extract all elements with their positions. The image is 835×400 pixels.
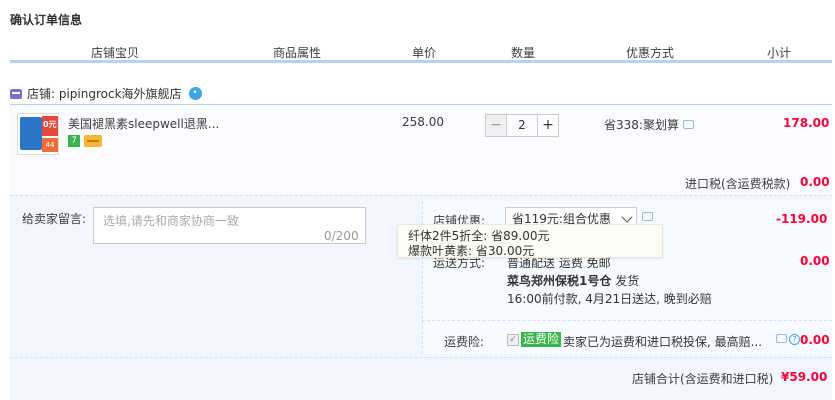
insurance-label: 运费险: xyxy=(444,335,485,349)
promo-text: 省338:聚划算 xyxy=(604,118,679,132)
import-tax-label: 进口税(含运费税款) xyxy=(685,177,791,191)
shop-row: 店铺: pipingrock海外旗舰店 • xyxy=(10,85,202,102)
col-header-quantity: 数量 xyxy=(511,46,536,60)
shop-total-value: ¥59.00 xyxy=(781,370,828,384)
insurance-text: 卖家已为运费和进口税投保, 最高赔... xyxy=(563,335,763,349)
qty-input[interactable]: 2 xyxy=(507,114,537,137)
import-tax-value: 0.00 xyxy=(800,175,830,189)
shop-icon xyxy=(10,88,22,99)
product-title-link[interactable]: 美国褪黑素sleepwell退黑... xyxy=(68,115,219,132)
product-thumbnail[interactable]: 0元 44 xyxy=(17,113,59,155)
unit-price: 258.00 xyxy=(402,115,444,129)
thumb-text: 0元 xyxy=(43,120,57,129)
delivery-estimate: 16:00前付款, 4月21日送达, 晚到必赔 xyxy=(507,292,712,306)
col-header-unit-price: 单价 xyxy=(412,46,437,60)
shop-name-link[interactable]: 店铺: pipingrock海外旗舰店 xyxy=(27,85,182,102)
insurance-value: 0.00 xyxy=(800,333,830,347)
credit-card-icon[interactable] xyxy=(84,135,102,147)
item-subtotal: 178.00 xyxy=(783,116,830,130)
warehouse-name: 菜鸟郑州保税1号仓 xyxy=(507,274,612,288)
insurance-tag: 运费险 xyxy=(521,332,562,347)
promo-info: 省338:聚划算 xyxy=(604,116,694,133)
shop-total-label: 店铺合计(含运费和进口税) xyxy=(632,372,774,386)
message-char-count: 0/200 xyxy=(324,229,359,243)
check-icon[interactable]: ✓ xyxy=(507,334,519,346)
shipping-value: 0.00 xyxy=(800,254,830,268)
warehouse-info: 菜鸟郑州保税1号仓 发货 xyxy=(507,272,639,289)
insurance-icons: ? xyxy=(776,334,800,345)
header-divider xyxy=(10,60,832,63)
chat-icon[interactable] xyxy=(682,120,694,129)
col-header-subtotal: 小计 xyxy=(767,46,792,60)
chat-icon[interactable] xyxy=(642,212,653,221)
quantity-stepper: − 2 + xyxy=(485,114,559,137)
shop-discount-value: -119.00 xyxy=(776,212,828,226)
message-label: 给卖家留言: xyxy=(22,212,87,226)
warehouse-suffix: 发货 xyxy=(615,274,640,288)
question-icon[interactable]: ? xyxy=(789,334,800,345)
wangwang-icon[interactable]: • xyxy=(188,87,202,100)
col-header-attributes: 商品属性 xyxy=(273,46,322,60)
col-header-discount: 优惠方式 xyxy=(626,46,675,60)
divider xyxy=(422,320,832,321)
message-placeholder: 选填,请先和商家协商一致 xyxy=(103,214,239,228)
col-header-shop-item: 店铺宝贝 xyxy=(91,46,140,60)
thumb-sub: 44 xyxy=(42,138,58,152)
tooltip-line: 爆款叶黄素: 省30.00元 xyxy=(408,244,535,258)
chevron-down-icon xyxy=(621,211,633,223)
qty-plus-button[interactable]: + xyxy=(537,114,559,137)
page-title: 确认订单信息 xyxy=(10,13,83,27)
chat-icon[interactable] xyxy=(776,334,787,343)
seven-day-return-badge[interactable]: 7 xyxy=(68,135,80,147)
qty-minus-button[interactable]: − xyxy=(485,114,507,137)
divider xyxy=(10,357,832,358)
